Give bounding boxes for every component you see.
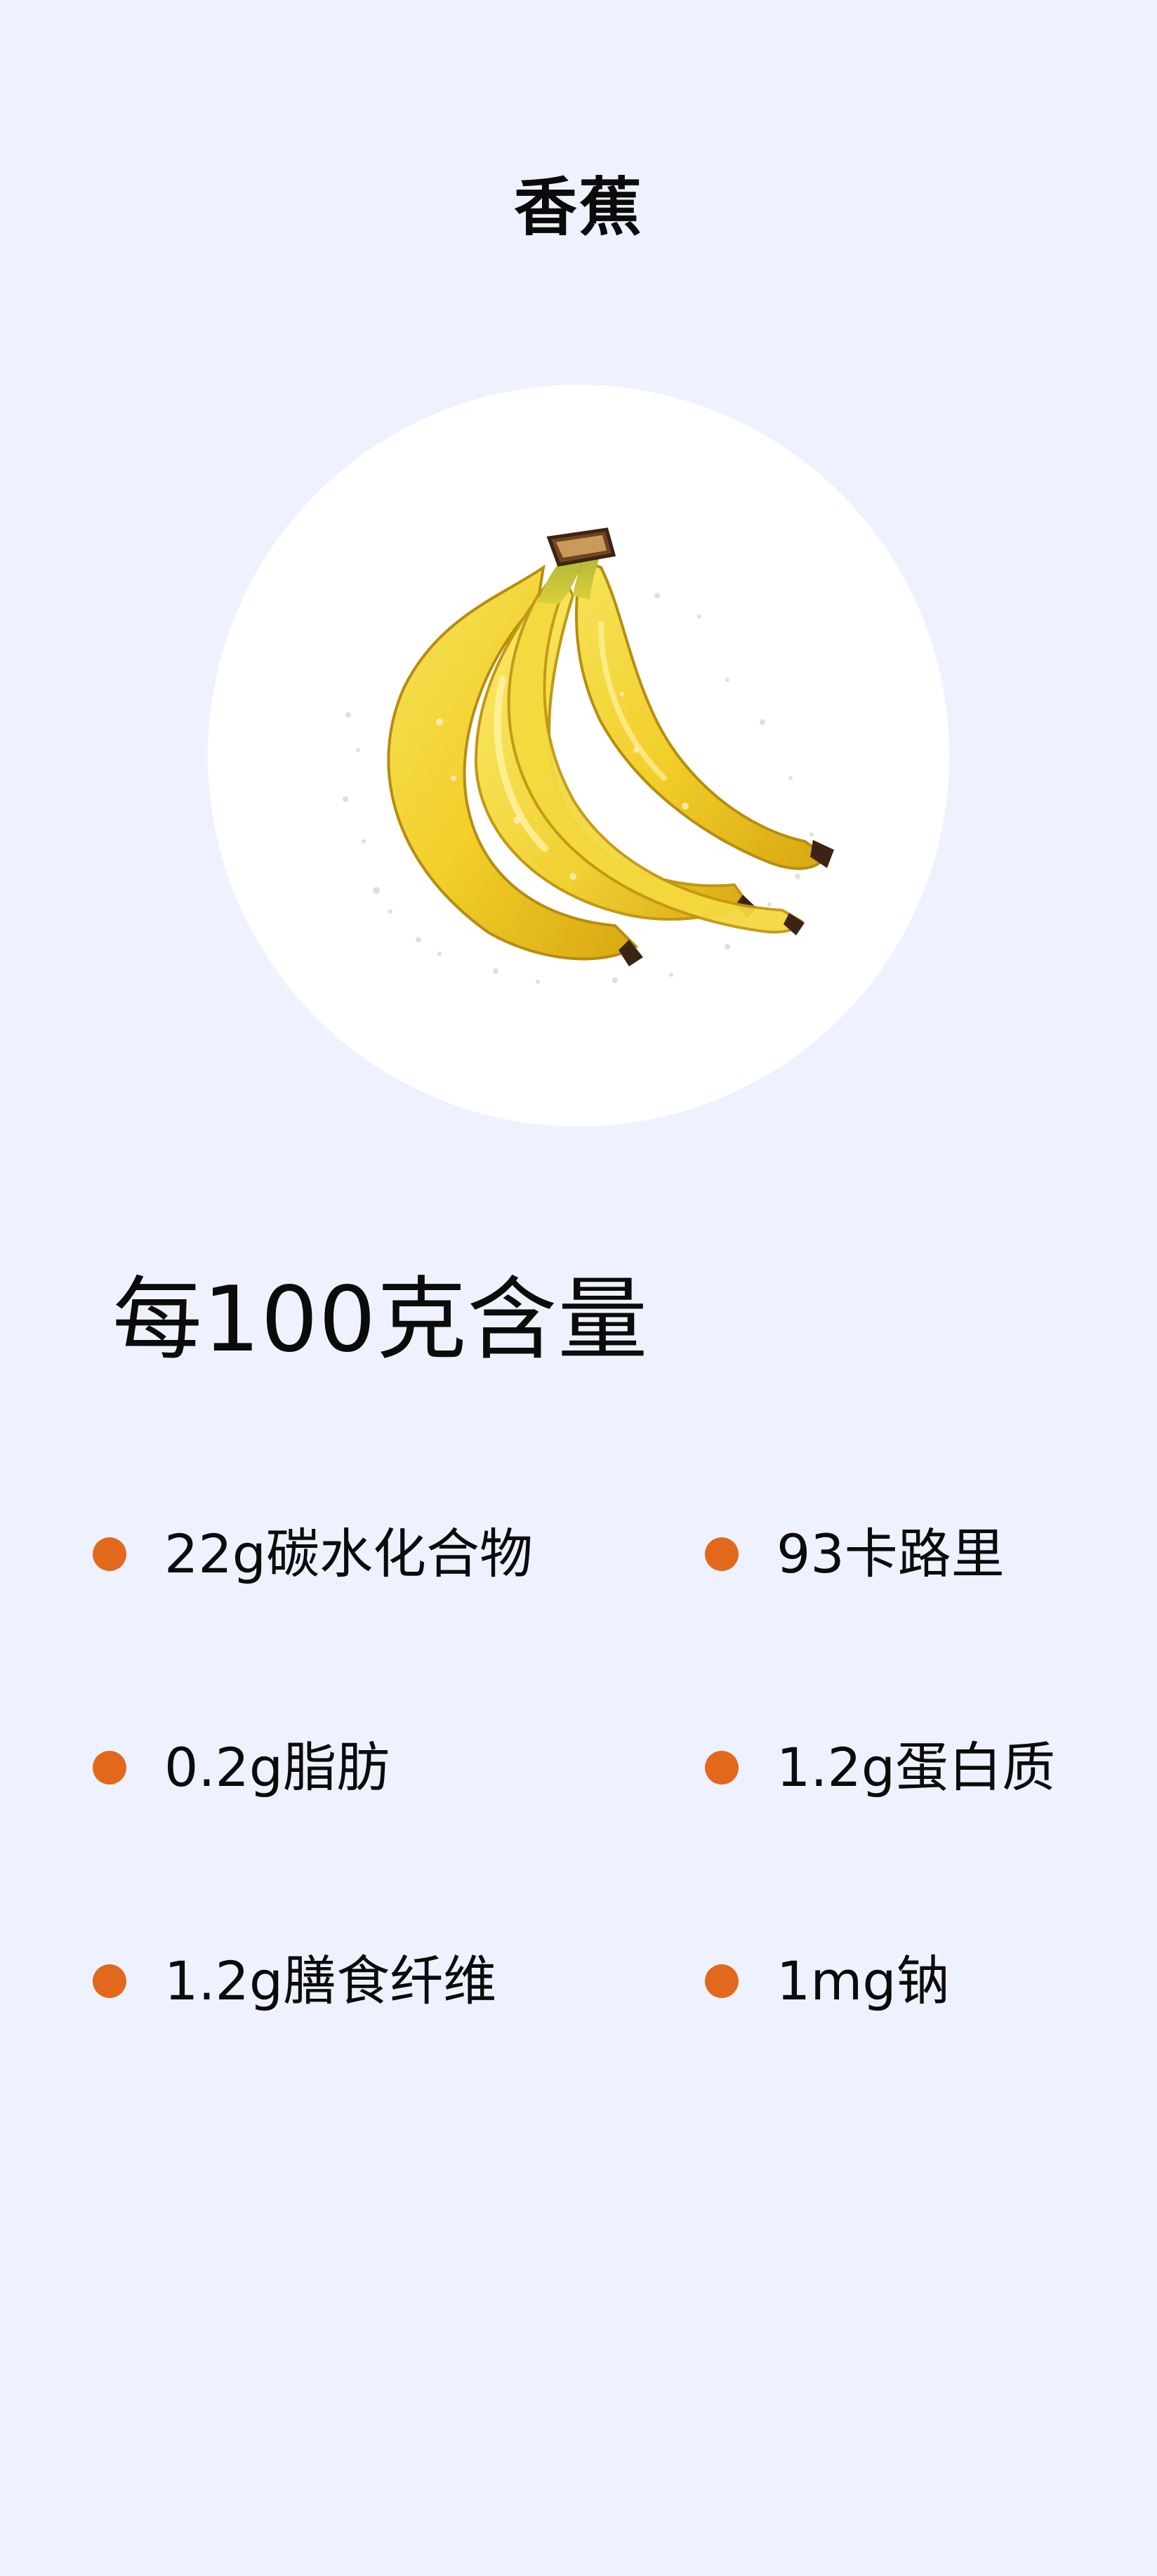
bullet-dot-icon [93, 1964, 126, 1998]
page-title: 香蕉 [514, 171, 643, 244]
banana-photo [208, 385, 949, 1126]
bullet-dot-icon [93, 1537, 126, 1571]
nutrient-protein: 1.2g蛋白质 [705, 1729, 1055, 1806]
nutrient-label: 1mg钠 [776, 1950, 950, 2012]
nutrient-dietary-fiber: 1.2g膳食纤维 [93, 1943, 496, 2020]
bullet-dot-icon [705, 1964, 739, 1998]
nutrient-label: 0.2g脂肪 [164, 1736, 390, 1799]
nutrient-label: 93卡路里 [776, 1523, 1005, 1585]
nutrient-label: 1.2g蛋白质 [776, 1736, 1056, 1799]
nutrient-label: 1.2g膳食纤维 [164, 1950, 497, 2012]
section-heading: 每100克含量 [112, 1268, 649, 1372]
nutrient-fat: 0.2g脂肪 [93, 1729, 390, 1806]
bullet-dot-icon [93, 1751, 126, 1785]
bullet-dot-icon [705, 1537, 739, 1571]
nutrient-sodium: 1mg钠 [705, 1943, 950, 2020]
nutrient-carbohydrates: 22g碳水化合物 [93, 1516, 533, 1593]
banana-bunch-illustration [343, 527, 834, 984]
nutrient-label: 22g碳水化合物 [164, 1523, 533, 1585]
nutrient-calories: 93卡路里 [705, 1516, 1005, 1593]
bullet-dot-icon [705, 1751, 739, 1785]
